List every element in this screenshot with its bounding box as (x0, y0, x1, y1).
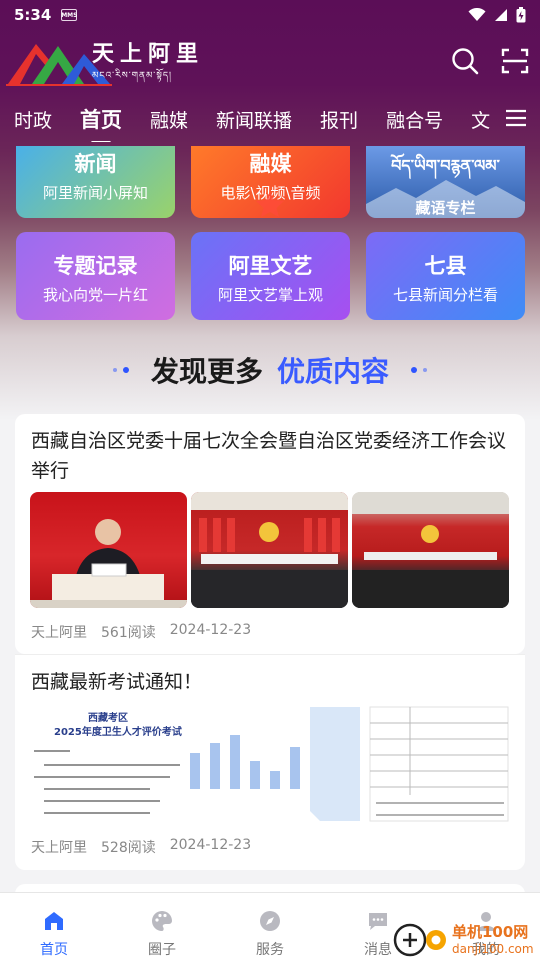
card-seven-counties[interactable]: 七县 七县新闻分栏看 (366, 232, 525, 320)
meeting-hall-image (191, 492, 348, 608)
bottom-tab-label: 首页 (40, 942, 68, 958)
news-item[interactable]: 西藏最新考试通知！ 西藏考区 2025年度卫生人才评价考试 天上阿里 528阅读… (15, 655, 525, 870)
card-ali-art[interactable]: 阿里文艺 阿里文艺掌上观 (191, 232, 350, 320)
card-subtitle: 藏语专栏 (415, 199, 476, 217)
tab-shizheng[interactable]: 时政 (14, 106, 52, 133)
status-bar: 5:34 MMS (0, 0, 540, 30)
logo-chinese-text: 天上阿里 (92, 42, 205, 67)
bottom-tab-circle[interactable]: 圈子 (108, 893, 216, 960)
discover-heading: 发现更多 优质内容 (0, 348, 540, 392)
card-title: 融媒 (249, 152, 292, 176)
channel-tabs: 时政 首页 融媒 新闻联播 报刊 融合号 文 (0, 96, 540, 142)
news-item[interactable]: 西藏自治区党委十届七次全会暨自治区党委经济工作会议举行 天上阿里 561阅读 2… (15, 414, 525, 654)
card-subtitle: 阿里文艺掌上观 (217, 286, 323, 304)
logo-tibetan-text: མངའ་རིས་གནམ་སྟོད། (92, 71, 173, 81)
top-bar: 天上阿里 མངའ་རིས་གནམ་སྟོད། (0, 34, 540, 90)
search-icon[interactable] (450, 46, 480, 76)
menu-icon[interactable] (504, 106, 528, 130)
bottom-tab-services[interactable]: 服务 (216, 893, 324, 960)
bottom-tab-label: 圈子 (148, 942, 176, 958)
card-title: 阿里文艺 (228, 254, 313, 278)
status-icons (468, 7, 526, 23)
news-photo (352, 492, 509, 608)
tab-ronghehao[interactable]: 融合号 (386, 106, 443, 133)
card-special-topic[interactable]: 专题记录 我心向党一片红 (16, 232, 175, 320)
card-subtitle: 我心向党一片红 (42, 286, 148, 304)
watermark-text: 单机100网 danji100.com (452, 921, 534, 956)
discover-blue-text: 优质内容 (277, 355, 390, 388)
wifi-icon (468, 8, 486, 21)
decor-dots-left (112, 367, 129, 373)
home-icon (45, 912, 63, 930)
person-at-podium-image (30, 519, 187, 608)
signal-icon (495, 9, 507, 21)
doc-subheader: 2025年度卫生人才评价考试 (54, 727, 182, 738)
card-title: 七县 (424, 254, 467, 278)
tab-home[interactable]: 首页 (80, 104, 122, 134)
bottom-tab-home[interactable]: 首页 (0, 893, 108, 960)
tab-wen[interactable]: 文 (471, 106, 490, 133)
mms-notification-icon: MMS (61, 9, 77, 21)
bottom-tab-label: 服务 (256, 942, 284, 958)
news-date: 2024-12-23 (169, 837, 252, 853)
star-icon (256, 191, 284, 217)
news-title: 西藏自治区党委十届七次全会暨自治区党委经济工作会议举行 (31, 430, 507, 482)
decor-dots-right (411, 367, 428, 373)
news-reads: 561阅读 (101, 625, 156, 641)
news-reads: 528阅读 (101, 840, 156, 856)
discover-dark-text: 发现更多 (150, 355, 263, 388)
card-title: བོད་ཡིག་བརྙན་ལམ་ (391, 156, 500, 175)
tab-newspaper[interactable]: 报刊 (320, 106, 358, 133)
news-source: 天上阿里 (31, 625, 87, 641)
news-photo (191, 492, 348, 608)
tab-rongmei[interactable]: 融媒 (150, 106, 188, 133)
news-document-image: 西藏考区 2025年度卫生人才评价考试 (30, 705, 510, 827)
news-date: 2024-12-23 (169, 622, 252, 638)
palette-icon (152, 911, 172, 931)
watermark-logo-icon (393, 923, 446, 957)
card-subtitle: 七县新闻分栏看 (392, 286, 498, 304)
news-photo (30, 492, 187, 608)
battery-icon (516, 7, 526, 23)
news-meta: 天上阿里 561阅读 2024-12-23 (31, 622, 251, 642)
bottom-tab-label: 消息 (364, 942, 392, 958)
assembly-image (352, 492, 509, 608)
scan-icon[interactable] (500, 46, 530, 76)
news-meta: 天上阿里 528阅读 2024-12-23 (31, 837, 251, 857)
news-title: 西藏最新考试通知！ (31, 671, 203, 693)
chat-icon (369, 913, 387, 930)
site-watermark: 单机100网 danji100.com (392, 916, 540, 960)
watermark-line2: danji100.com (452, 941, 534, 956)
card-subtitle: 阿里新闻小屏知 (42, 184, 148, 202)
news-source: 天上阿里 (31, 840, 87, 856)
doc-header: 西藏考区 (88, 713, 128, 724)
card-tibetan-column[interactable]: བོད་ཡིག་བརྙན་ལམ་ 藏语专栏 (366, 146, 525, 218)
compass-icon (260, 911, 280, 931)
watermark-line1: 单机100网 (452, 922, 529, 941)
tab-news-broadcast[interactable]: 新闻联播 (216, 106, 292, 133)
card-news[interactable]: 新闻 阿里新闻小屏知 (16, 146, 175, 218)
status-time: 5:34 (14, 6, 52, 24)
card-title: 新闻 (74, 152, 117, 176)
card-rongmei[interactable]: 融媒 电影\视频\音频 (191, 146, 350, 218)
card-title: 专题记录 (53, 254, 138, 278)
